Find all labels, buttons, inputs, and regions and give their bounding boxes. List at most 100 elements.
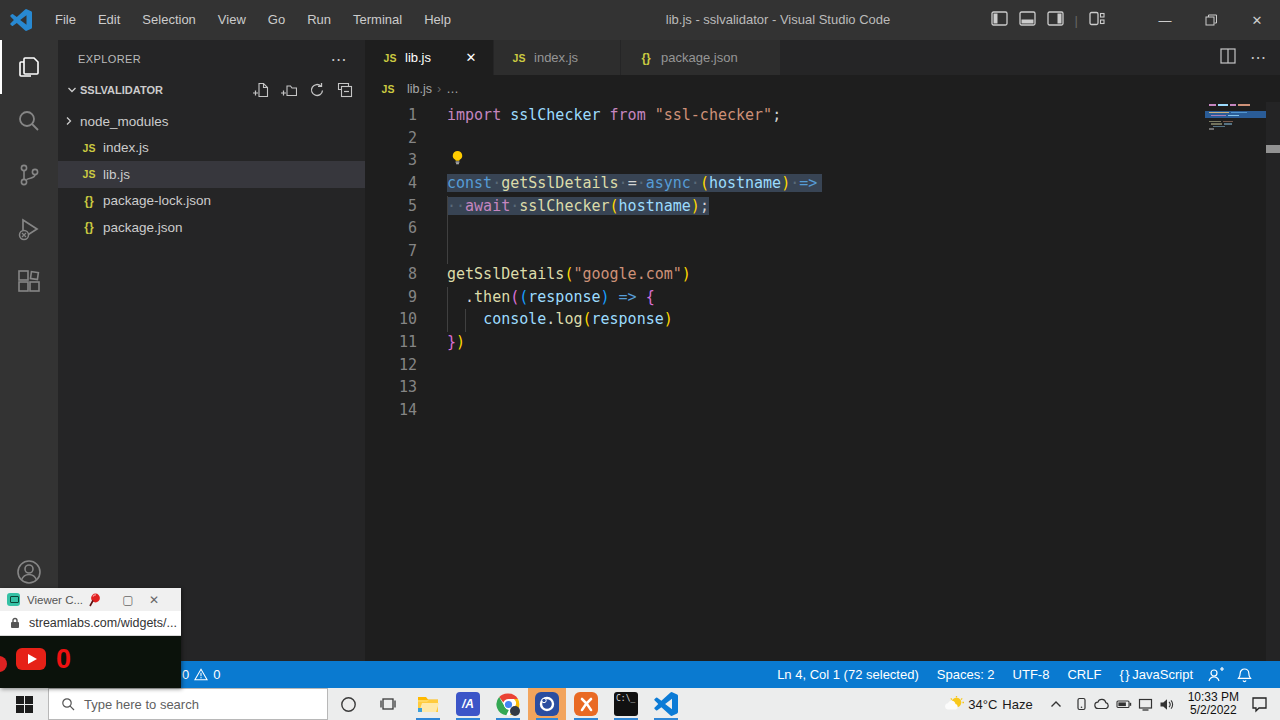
breadcrumb[interactable]: JS lib.js › … [365, 75, 459, 102]
cortana-button[interactable] [328, 688, 368, 720]
status-language[interactable]: { } JavaScript [1110, 667, 1202, 682]
layout-controls: | [991, 0, 1105, 40]
tree-item-lib.js[interactable]: JSlib.js [58, 161, 365, 188]
editor-more-icon[interactable]: ⋯ [1250, 48, 1266, 67]
start-button[interactable] [0, 688, 48, 720]
youtube-icon [16, 648, 46, 670]
tab-lib.js[interactable]: JSlib.js✕ [365, 40, 493, 75]
code-line-2: 2 [365, 127, 1205, 150]
menu-run[interactable]: Run [296, 0, 342, 40]
customize-layout-icon[interactable] [1089, 11, 1105, 29]
feedback-icon[interactable] [1202, 667, 1231, 682]
xampp-icon[interactable] [566, 688, 606, 720]
restore-button[interactable] [1188, 0, 1234, 40]
menu-terminal[interactable]: Terminal [342, 0, 413, 40]
viewer-popup-window: Viewer C... ▢ ✕ streamlabs.com/widgets/.… [0, 588, 181, 688]
new-file-icon[interactable] [253, 82, 269, 98]
vscode-titlebar: FileEditSelectionViewGoRunTerminalHelp l… [0, 0, 1280, 40]
json-file-icon: {} [637, 51, 655, 65]
split-editor-icon[interactable] [1220, 48, 1236, 68]
popup-addressbar[interactable]: streamlabs.com/widgets/... [0, 611, 181, 636]
extensions-icon[interactable] [0, 256, 58, 310]
explorer-more-icon[interactable]: ⋯ [331, 50, 347, 69]
bell-icon[interactable] [1231, 667, 1258, 683]
phone-tray-icon[interactable] [1075, 697, 1088, 711]
network-tray-icon[interactable] [1138, 698, 1153, 711]
lightbulb-icon[interactable] [450, 150, 465, 165]
search-placeholder: Type here to search [84, 697, 199, 712]
folder-section-header[interactable]: SSLVALIDATOR [58, 78, 365, 102]
code-editor[interactable]: 1import sslChecker from "ssl-checker";23… [365, 102, 1280, 661]
menu-help[interactable]: Help [413, 0, 462, 40]
status-item[interactable]: CRLF [1058, 667, 1110, 682]
code-line-5: 5··await·sslChecker(hostname); [365, 195, 1205, 218]
close-button[interactable]: ✕ [1234, 0, 1280, 40]
tray-expand-icon[interactable] [1050, 700, 1062, 708]
chrome-icon[interactable] [488, 688, 528, 720]
search-icon[interactable] [0, 94, 58, 148]
menu-view[interactable]: View [207, 0, 257, 40]
lock-icon [10, 617, 20, 629]
menu-selection[interactable]: Selection [131, 0, 206, 40]
obs-icon[interactable] [528, 688, 566, 720]
tab-package.json[interactable]: {}package.json [621, 40, 780, 75]
menu-edit[interactable]: Edit [87, 0, 131, 40]
popup-url: streamlabs.com/widgets/... [29, 616, 177, 630]
pin-icon[interactable] [87, 592, 103, 608]
collapse-all-icon[interactable] [337, 82, 353, 98]
toggle-secondary-sidebar-icon[interactable] [1047, 11, 1064, 29]
vscode-icon[interactable] [646, 688, 686, 720]
tree-item-index.js[interactable]: JSindex.js [58, 135, 365, 162]
run-debug-icon[interactable] [0, 202, 58, 256]
code-line-9: 9 .then((response) => { [365, 286, 1205, 309]
js-file-icon: JS [80, 168, 98, 180]
code-line-1: 1import sslChecker from "ssl-checker"; [365, 104, 1205, 127]
weather-widget[interactable]: 34°CHaze [968, 697, 1032, 712]
scrollbar-thumb[interactable] [1266, 145, 1280, 153]
terminal-icon[interactable]: C:\_ [606, 688, 646, 720]
explorer-title: EXPLORER [78, 53, 141, 65]
status-item[interactable]: Spaces: 2 [928, 667, 1004, 682]
popup-content: 0 [0, 636, 181, 688]
code-line-14: 14 [365, 399, 1205, 422]
tree-item-package.json[interactable]: {}package.json [58, 214, 365, 241]
minimap[interactable] [1205, 102, 1266, 661]
speaker-tray-icon[interactable] [1159, 698, 1174, 711]
breadcrumb-file: lib.js [407, 82, 432, 96]
error-count[interactable]: 0 [182, 667, 189, 682]
cloud-tray-icon[interactable] [1094, 698, 1110, 710]
tree-item-package-lock.json[interactable]: {}package-lock.json [58, 188, 365, 215]
tab-index.js[interactable]: JSindex.js [494, 40, 620, 75]
task-view-button[interactable] [368, 688, 408, 720]
menu-file[interactable]: File [44, 0, 87, 40]
blue-slash-app-icon[interactable]: /A [448, 688, 488, 720]
source-control-icon[interactable] [0, 148, 58, 202]
new-folder-icon[interactable] [281, 82, 297, 98]
status-item[interactable]: Ln 4, Col 1 (72 selected) [768, 667, 928, 682]
taskbar-search[interactable]: Type here to search [48, 688, 328, 720]
battery-tray-icon[interactable] [1116, 699, 1132, 709]
popup-close-button[interactable]: ✕ [141, 593, 167, 607]
popup-restore-button[interactable]: ▢ [115, 593, 141, 607]
breadcrumb-separator: › [437, 82, 441, 96]
json-file-icon: {} [80, 220, 98, 234]
toggle-sidebar-icon[interactable] [991, 11, 1008, 29]
minimize-button[interactable]: — [1142, 0, 1188, 40]
tree-item-node_modules[interactable]: node_modules [58, 108, 365, 135]
editor-scrollbar[interactable] [1266, 102, 1280, 661]
close-tab-icon[interactable]: ✕ [461, 50, 481, 65]
windows-taskbar: Type here to search /A C:\_ 34°CHaze 10:3… [0, 688, 1280, 720]
taskbar-clock[interactable]: 10:33 PM5/2/2022 [1188, 691, 1239, 718]
toggle-panel-icon[interactable] [1019, 11, 1036, 29]
weather-icon[interactable] [945, 695, 965, 713]
status-item[interactable]: UTF-8 [1004, 667, 1059, 682]
code-line-6: 6 [365, 217, 1205, 240]
warning-count[interactable]: 0 [213, 667, 220, 682]
menu-go[interactable]: Go [257, 0, 296, 40]
code-line-11: 11}) [365, 331, 1205, 354]
explorer-icon[interactable] [0, 40, 58, 94]
refresh-icon[interactable] [309, 82, 325, 98]
action-center-icon[interactable] [1251, 696, 1268, 713]
popup-titlebar[interactable]: Viewer C... ▢ ✕ [0, 588, 181, 611]
explorer-folder-icon[interactable] [408, 688, 448, 720]
